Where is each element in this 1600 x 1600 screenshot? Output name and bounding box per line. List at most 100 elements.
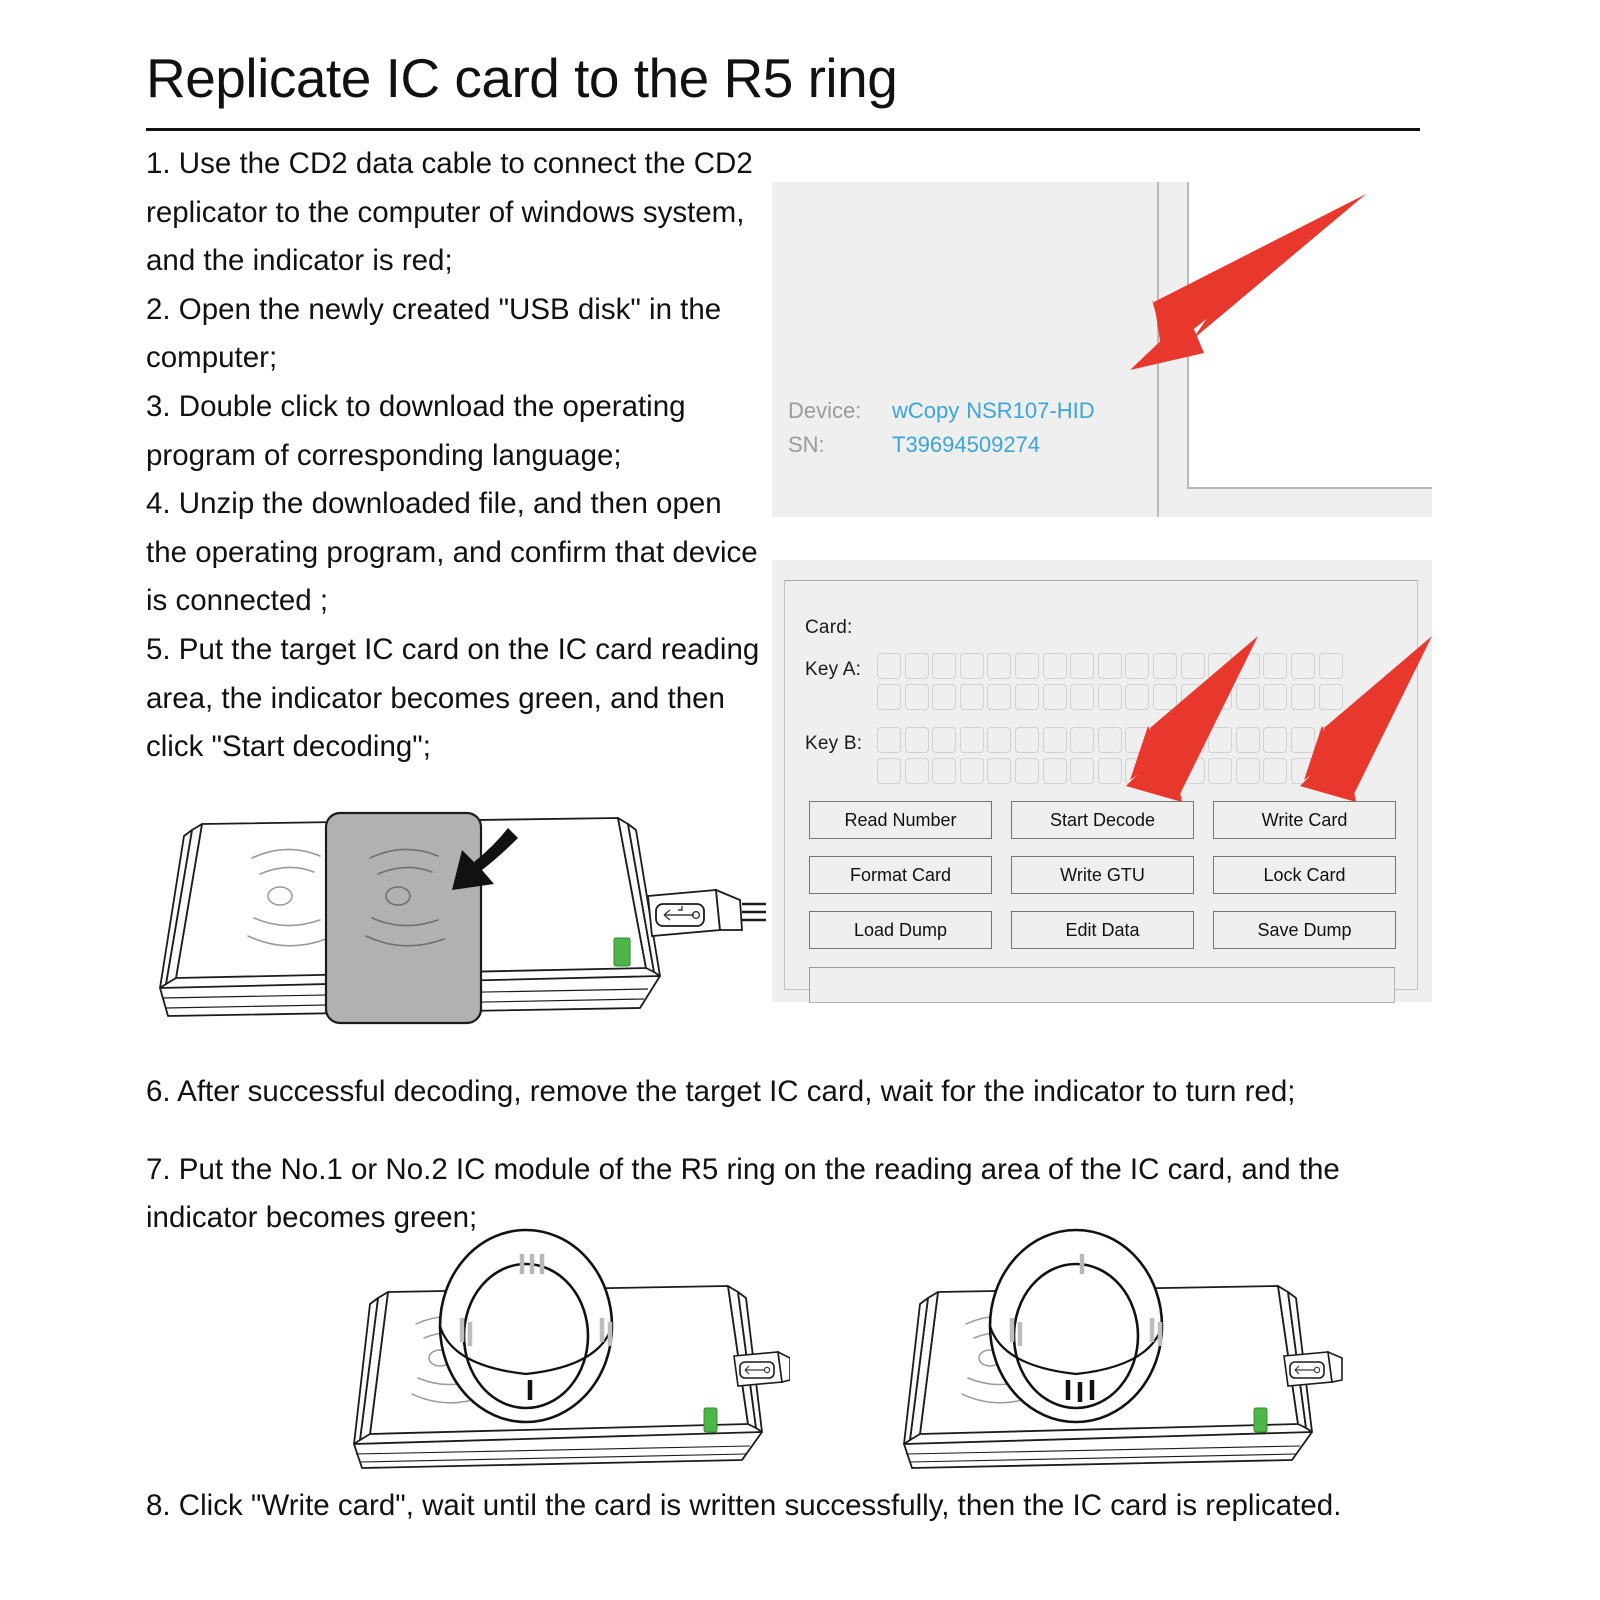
hex-input-box[interactable] <box>1070 684 1095 710</box>
key-b-input-row-1[interactable] <box>877 727 1343 753</box>
window-bottom-strip <box>1187 489 1432 517</box>
device-label: Device: <box>788 398 862 423</box>
hex-input-box[interactable] <box>1235 684 1260 710</box>
sn-value: T39694509274 <box>892 432 1041 457</box>
hex-input-box[interactable] <box>1180 758 1205 784</box>
lock-card-button[interactable]: Lock Card <box>1213 856 1396 894</box>
hex-input-box[interactable] <box>932 758 957 784</box>
hex-input-box[interactable] <box>959 684 984 710</box>
hex-input-box[interactable] <box>1152 653 1177 679</box>
instruction-step-final: 8. Click "Write card", wait until the ca… <box>146 1489 1342 1522</box>
key-b-label: Key B: <box>805 733 863 754</box>
hex-input-box[interactable] <box>904 727 929 753</box>
hex-input-box[interactable] <box>1180 727 1205 753</box>
instruction-list-left: 1. Use the CD2 data cable to connect the… <box>146 140 766 772</box>
hex-input-box[interactable] <box>1070 653 1095 679</box>
sn-label: SN: <box>788 432 825 457</box>
illustration-ring-module-2 <box>903 1228 1343 1469</box>
hex-input-box[interactable] <box>932 684 957 710</box>
hex-input-box[interactable] <box>1318 653 1343 679</box>
hex-input-box[interactable] <box>1318 684 1343 710</box>
hex-input-box[interactable] <box>987 758 1012 784</box>
hex-input-box[interactable] <box>1318 758 1343 784</box>
sn-row: SN: T39694509274 <box>788 428 1095 462</box>
hex-input-box[interactable] <box>877 684 901 710</box>
read-number-button[interactable]: Read Number <box>809 801 992 839</box>
hex-input-box[interactable] <box>987 653 1012 679</box>
hex-input-box[interactable] <box>1263 684 1288 710</box>
load-dump-button[interactable]: Load Dump <box>809 911 992 949</box>
hex-input-box[interactable] <box>1263 727 1288 753</box>
hex-input-box[interactable] <box>1125 727 1150 753</box>
hex-input-box[interactable] <box>1125 653 1150 679</box>
hex-input-box[interactable] <box>1014 727 1039 753</box>
hex-input-box[interactable] <box>904 684 929 710</box>
illustration-ring-module-1 <box>353 1228 790 1469</box>
hex-input-box[interactable] <box>1180 653 1205 679</box>
hex-input-box[interactable] <box>1235 653 1260 679</box>
hex-input-box[interactable] <box>932 653 957 679</box>
save-dump-button[interactable]: Save Dump <box>1213 911 1396 949</box>
hex-input-box[interactable] <box>1152 684 1177 710</box>
hex-input-box[interactable] <box>1070 727 1095 753</box>
hex-input-box[interactable] <box>904 653 929 679</box>
hex-input-box[interactable] <box>1097 727 1122 753</box>
hex-input-box[interactable] <box>1014 684 1039 710</box>
instruction-step: 1. Use the CD2 data cable to connect the… <box>146 147 753 278</box>
hex-input-box[interactable] <box>1042 758 1067 784</box>
hex-input-box[interactable] <box>1152 727 1177 753</box>
device-info-block: Device: wCopy NSR107-HID SN: T3969450927… <box>788 394 1095 462</box>
hex-input-box[interactable] <box>1208 684 1233 710</box>
instruction-step: 5. Put the target IC card on the IC card… <box>146 632 760 764</box>
hex-input-box[interactable] <box>959 758 984 784</box>
hex-input-box[interactable] <box>959 727 984 753</box>
key-a-input-row-2[interactable] <box>877 684 1343 710</box>
write-card-button[interactable]: Write Card <box>1213 801 1396 839</box>
write-gtu-button[interactable]: Write GTU <box>1011 856 1194 894</box>
device-info-screenshot: Device: wCopy NSR107-HID SN: T3969450927… <box>772 182 1432 517</box>
hex-input-box[interactable] <box>1042 653 1067 679</box>
hex-input-box[interactable] <box>1263 758 1288 784</box>
hex-input-box[interactable] <box>1097 758 1122 784</box>
hex-input-box[interactable] <box>877 727 901 753</box>
page-title: Replicate IC card to the R5 ring <box>146 47 898 109</box>
hex-input-box[interactable] <box>1290 653 1315 679</box>
hex-input-box[interactable] <box>1070 758 1095 784</box>
device-brand-value: wCopy <box>892 398 960 423</box>
format-card-button[interactable]: Format Card <box>809 856 992 894</box>
hex-input-box[interactable] <box>1208 727 1233 753</box>
hex-input-box[interactable] <box>1235 727 1260 753</box>
hex-input-box[interactable] <box>1042 727 1067 753</box>
hex-input-box[interactable] <box>1152 758 1177 784</box>
key-a-input-row-1[interactable] <box>877 653 1343 679</box>
hex-input-box[interactable] <box>932 727 957 753</box>
hex-input-box[interactable] <box>1097 684 1122 710</box>
hex-input-box[interactable] <box>1208 653 1233 679</box>
hex-input-box[interactable] <box>987 727 1012 753</box>
hex-input-box[interactable] <box>1290 727 1315 753</box>
hex-input-box[interactable] <box>1097 653 1122 679</box>
hex-input-box[interactable] <box>1235 758 1260 784</box>
hex-input-box[interactable] <box>877 758 901 784</box>
hex-input-box[interactable] <box>987 684 1012 710</box>
software-inner-frame: Card: Key A: Key B: Read Number Start De… <box>784 580 1418 1003</box>
hex-input-box[interactable] <box>1263 653 1288 679</box>
hex-input-box[interactable] <box>1318 727 1343 753</box>
hex-input-box[interactable] <box>959 653 984 679</box>
hex-input-box[interactable] <box>877 653 901 679</box>
hex-input-box[interactable] <box>1125 758 1150 784</box>
hex-input-box[interactable] <box>1290 758 1315 784</box>
start-decode-button[interactable]: Start Decode <box>1011 801 1194 839</box>
hex-input-box[interactable] <box>904 758 929 784</box>
hex-input-box[interactable] <box>1208 758 1233 784</box>
key-b-input-row-2[interactable] <box>877 758 1343 784</box>
replicator-software-panel: Card: Key A: Key B: Read Number Start De… <box>772 560 1432 1003</box>
edit-data-button[interactable]: Edit Data <box>1011 911 1194 949</box>
hex-input-box[interactable] <box>1125 684 1150 710</box>
hex-input-box[interactable] <box>1014 758 1039 784</box>
hex-input-box[interactable] <box>1290 684 1315 710</box>
hex-input-box[interactable] <box>1042 684 1067 710</box>
hex-input-box[interactable] <box>1180 684 1205 710</box>
illustration-card-on-reader <box>159 811 766 1025</box>
hex-input-box[interactable] <box>1014 653 1039 679</box>
